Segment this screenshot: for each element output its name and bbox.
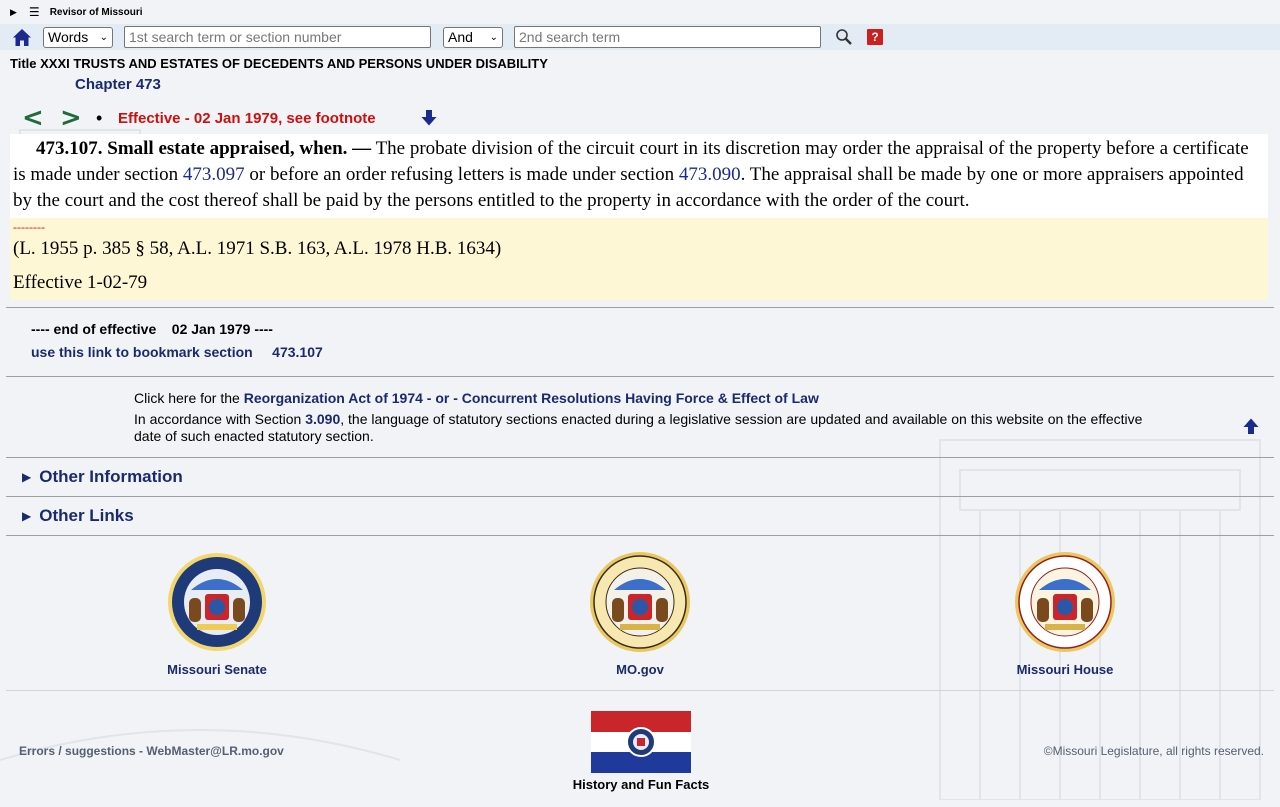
previous-section-button[interactable]: < [22, 103, 60, 133]
accord-prefix: In accordance with Section [134, 411, 306, 427]
arrow-down-icon[interactable] [420, 109, 438, 127]
mo-gov-caption: MO.gov [616, 662, 664, 677]
chevron-down-icon: ⌄ [489, 31, 498, 43]
info-block: Click here for the Reorganization Act of… [0, 377, 1280, 457]
house-seal-icon [1015, 552, 1115, 652]
senate-seal-link[interactable]: Missouri Senate [152, 550, 282, 677]
end-of-effective-prefix: ---- end of effective [31, 321, 157, 337]
help-icon[interactable]: ? [867, 29, 883, 45]
bookmark-link[interactable]: use this link to bookmark section 473.10… [31, 344, 1280, 360]
accordance-note: In accordance with Section 3.090, the la… [134, 411, 1164, 445]
arrow-up-icon[interactable] [1242, 417, 1260, 435]
end-of-effective-date: 02 Jan 1979 [171, 321, 251, 337]
state-seal-icon [590, 552, 690, 652]
nav-dot: • [96, 107, 103, 128]
missouri-flag-icon [591, 711, 691, 773]
expand-triangle-icon[interactable]: ▶ [10, 7, 17, 18]
footer: Errors / suggestions - WebMaster@LR.mo.g… [0, 691, 1280, 807]
next-section-button[interactable]: > [60, 103, 98, 133]
history-fun-facts-link[interactable]: History and Fun Facts [570, 711, 712, 792]
top-bar: ▶ ☰ Revisor of Missouri [0, 0, 1280, 24]
end-of-effective-block: ---- end of effective 02 Jan 1979 ---- u… [0, 308, 1280, 376]
section-link-473-090[interactable]: 473.090 [679, 164, 741, 185]
flag-caption: History and Fun Facts [572, 777, 710, 792]
second-search-term-placeholder: 2nd search term [519, 29, 621, 45]
section-link-473-097[interactable]: 473.097 [183, 164, 245, 185]
section-heading: 473.107. Small estate appraised, when. — [36, 138, 372, 159]
legislative-history: (L. 1955 p. 385 § 58, A.L. 1971 S.B. 163… [13, 238, 502, 259]
effective-footnote-link[interactable]: Effective - 02 Jan 1979, see footnote [118, 110, 376, 127]
section-nav: < > • Effective - 02 Jan 1979, see footn… [0, 102, 1280, 134]
search-operator-value: And [448, 29, 473, 45]
title-breadcrumb: Title XXXI TRUSTS AND ESTATES OF DECEDEN… [10, 56, 548, 71]
bookmark-section: 473.107 [272, 344, 323, 360]
help-label: ? [871, 30, 879, 44]
menu-icon[interactable]: ☰ [29, 5, 40, 19]
section-3-090-link[interactable]: 3.090 [305, 411, 340, 427]
other-information-toggle[interactable]: ▶ Other Information [0, 458, 1280, 496]
house-caption: Missouri House [1016, 662, 1114, 677]
second-search-term-input[interactable]: 2nd search term [514, 26, 821, 48]
or-separator: - or - [422, 390, 462, 406]
footnote-divider: -------- [13, 220, 45, 234]
statute-text: 473.107. Small estate appraised, when. —… [10, 134, 1268, 218]
senate-caption: Missouri Senate [167, 662, 267, 677]
search-mode-value: Words [48, 29, 89, 45]
first-search-term-input[interactable]: 1st search term or section number [124, 26, 431, 48]
expand-triangle-icon: ▶ [22, 509, 32, 523]
statute-body-2: or before an order refusing letters is m… [244, 164, 679, 185]
chapter-link[interactable]: Chapter 473 [0, 76, 1280, 96]
first-search-term-placeholder: 1st search term or section number [129, 29, 342, 45]
footnote-box: -------- (L. 1955 p. 385 § 58, A.L. 1971… [10, 218, 1268, 300]
home-icon[interactable] [11, 27, 33, 47]
senate-seal-icon [168, 553, 266, 651]
chevron-down-icon: ⌄ [99, 31, 108, 43]
search-mode-select[interactable]: Words ⌄ [43, 26, 113, 48]
webmaster-link[interactable]: Errors / suggestions - WebMaster@LR.mo.g… [19, 744, 284, 758]
end-of-effective-suffix: ---- [254, 321, 273, 337]
mo-gov-seal-link[interactable]: MO.gov [575, 550, 705, 677]
seals-row: Missouri Senate MO.gov Missouri House [0, 536, 1280, 690]
search-bar: Words ⌄ 1st search term or section numbe… [0, 24, 1280, 50]
reorganization-act-link[interactable]: Reorganization Act of 1974 [244, 390, 423, 406]
expand-triangle-icon: ▶ [22, 470, 32, 484]
bookmark-label: use this link to bookmark section [31, 344, 253, 360]
search-icon[interactable] [835, 28, 853, 46]
other-links-label: Other Links [39, 506, 134, 525]
other-information-label: Other Information [39, 467, 183, 486]
effective-date-note: Effective 1-02-79 [13, 272, 148, 293]
reorganization-line: Click here for the Reorganization Act of… [134, 390, 1280, 410]
house-seal-link[interactable]: Missouri House [1000, 550, 1130, 677]
search-operator-select[interactable]: And ⌄ [443, 26, 503, 48]
copyright: ©Missouri Legislature, all rights reserv… [1043, 744, 1264, 758]
site-title[interactable]: Revisor of Missouri [50, 7, 143, 18]
other-links-toggle[interactable]: ▶ Other Links [0, 497, 1280, 535]
end-of-effective-line: ---- end of effective 02 Jan 1979 ---- [31, 321, 1280, 341]
concurrent-resolutions-link[interactable]: Concurrent Resolutions Having Force & Ef… [462, 390, 819, 406]
click-prefix: Click here for the [134, 390, 244, 406]
